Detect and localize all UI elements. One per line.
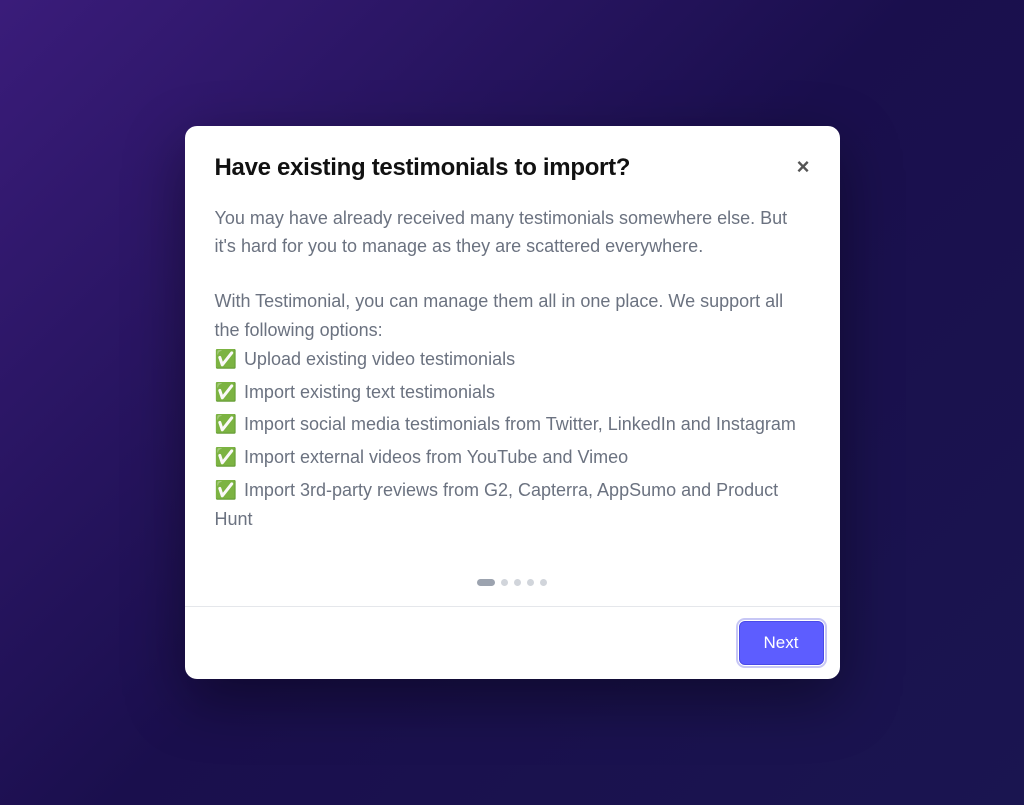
close-button[interactable]: ×: [797, 156, 810, 178]
feature-text: Upload existing video testimonials: [244, 349, 515, 369]
feature-text: Import social media testimonials from Tw…: [244, 414, 796, 434]
feature-item: ✅ Import external videos from YouTube an…: [215, 443, 810, 472]
pagination-dot[interactable]: [501, 579, 508, 586]
modal-paragraph-2: With Testimonial, you can manage them al…: [215, 287, 810, 345]
check-icon: ✅: [215, 414, 237, 434]
feature-item: ✅ Import social media testimonials from …: [215, 410, 810, 439]
feature-item: ✅ Import 3rd-party reviews from G2, Capt…: [215, 476, 810, 534]
feature-text: Import 3rd-party reviews from G2, Capter…: [215, 480, 779, 529]
pagination-dot[interactable]: [514, 579, 521, 586]
check-icon: ✅: [215, 447, 237, 467]
pagination-dot-active[interactable]: [477, 579, 495, 586]
pagination-dot[interactable]: [540, 579, 547, 586]
check-icon: ✅: [215, 480, 237, 500]
feature-text: Import existing text testimonials: [244, 382, 495, 402]
feature-item: ✅ Import existing text testimonials: [215, 378, 810, 407]
feature-item: ✅ Upload existing video testimonials: [215, 345, 810, 374]
check-icon: ✅: [215, 382, 237, 402]
pagination-dots: [185, 565, 840, 606]
modal-header: Have existing testimonials to import? ×: [185, 126, 840, 182]
modal-paragraph-1: You may have already received many testi…: [215, 204, 810, 262]
check-icon: ✅: [215, 349, 237, 369]
modal-title: Have existing testimonials to import?: [215, 154, 631, 182]
feature-text: Import external videos from YouTube and …: [244, 447, 628, 467]
import-testimonials-modal: Have existing testimonials to import? × …: [185, 126, 840, 680]
pagination-dot[interactable]: [527, 579, 534, 586]
modal-body: You may have already received many testi…: [185, 182, 840, 566]
modal-footer: Next: [185, 606, 840, 679]
next-button[interactable]: Next: [739, 621, 824, 665]
feature-list: ✅ Upload existing video testimonials ✅ I…: [215, 345, 810, 534]
